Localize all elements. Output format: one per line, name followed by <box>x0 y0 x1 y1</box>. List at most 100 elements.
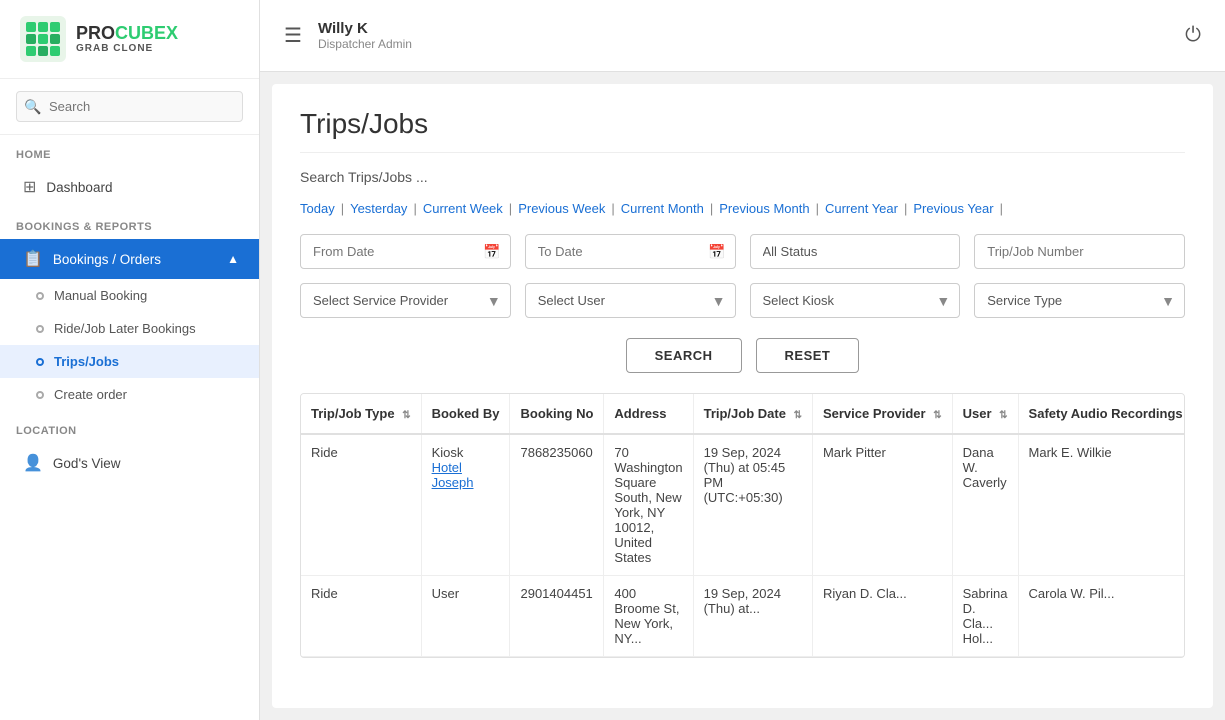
to-date-input[interactable] <box>525 234 736 269</box>
sort-icon[interactable]: ⇅ <box>999 410 1007 421</box>
logo-subtitle: GRAB CLONE <box>76 43 178 54</box>
filter-current-month[interactable]: Current Month <box>621 199 704 218</box>
col-trip-date: Trip/Job Date ⇅ <box>693 394 812 434</box>
date-filter-links: Today | Yesterday | Current Week | Previ… <box>300 199 1185 218</box>
search-input[interactable] <box>16 91 243 122</box>
user-info: Willy K Dispatcher Admin <box>318 20 1169 51</box>
sidebar-label-bookings: Bookings / Orders <box>53 252 161 267</box>
cell-trip-date-2: 19 Sep, 2024 (Thu) at... <box>693 576 812 657</box>
power-icon[interactable]: ⏻ <box>1185 24 1201 47</box>
search-section-label: Search Trips/Jobs ... <box>300 169 1185 185</box>
table-row: Ride Kiosk Hotel Joseph 7868235060 70 Wa… <box>301 434 1185 576</box>
col-service-provider: Service Provider ⇅ <box>812 394 952 434</box>
cell-safety-2: Carola W. Pil... <box>1018 576 1185 657</box>
table-header-row: Trip/Job Type ⇅ Booked By Booking No Add… <box>301 394 1185 434</box>
cell-booked-by-2: User <box>421 576 510 657</box>
dot-icon <box>36 292 44 300</box>
filter-current-year[interactable]: Current Year <box>825 199 898 218</box>
sidebar-item-gods-view[interactable]: 👤 God's View <box>0 443 259 483</box>
dot-icon-active <box>36 358 44 366</box>
sidebar-subitem-trips[interactable]: Trips/Jobs <box>0 345 259 378</box>
filter-previous-year[interactable]: Previous Year <box>913 199 993 218</box>
col-booked-by: Booked By <box>421 394 510 434</box>
filter-row-1: 📅 📅 All Status Active Completed Cancelle… <box>300 234 1185 269</box>
filter-yesterday[interactable]: Yesterday <box>350 199 407 218</box>
filter-previous-week[interactable]: Previous Week <box>518 199 605 218</box>
dot-icon <box>36 325 44 333</box>
user-select[interactable]: Select User <box>525 283 736 318</box>
sidebar-subitem-create-order[interactable]: Create order <box>0 378 259 411</box>
results-table: Trip/Job Type ⇅ Booked By Booking No Add… <box>301 394 1185 657</box>
from-date-input[interactable] <box>300 234 511 269</box>
sidebar-sublabel-trips: Trips/Jobs <box>54 354 119 369</box>
filter-current-week[interactable]: Current Week <box>423 199 503 218</box>
action-buttons: SEARCH RESET <box>300 338 1185 373</box>
sidebar-subitem-manual-booking[interactable]: Manual Booking <box>0 279 259 312</box>
menu-icon[interactable]: ☰ <box>284 23 302 48</box>
chevron-up-icon: ▲ <box>227 252 239 266</box>
reset-button[interactable]: RESET <box>756 338 860 373</box>
sort-icon[interactable]: ⇅ <box>933 410 941 421</box>
sidebar-label-dashboard: Dashboard <box>46 180 112 195</box>
cell-trip-date-1: 19 Sep, 2024 (Thu) at 05:45 PM (UTC:+05:… <box>693 434 812 576</box>
to-date-wrapper: 📅 <box>525 234 736 269</box>
logo-area: PROCUBEX GRAB CLONE <box>0 0 259 79</box>
cell-booking-no-2: 2901404451 <box>510 576 604 657</box>
cell-booked-by-1: Kiosk Hotel Joseph <box>421 434 510 576</box>
person-icon: 👤 <box>23 453 43 473</box>
from-date-wrapper: 📅 <box>300 234 511 269</box>
cell-safety-1: Mark E. Wilkie <box>1018 434 1185 576</box>
filter-today[interactable]: Today <box>300 199 335 218</box>
service-type-select[interactable]: Service Type Basic Sports <box>974 283 1185 318</box>
user-select-wrapper: Select User ▼ <box>525 283 736 318</box>
section-home: HOME <box>0 135 259 167</box>
results-table-wrapper: Trip/Job Type ⇅ Booked By Booking No Add… <box>300 393 1185 658</box>
filter-previous-month[interactable]: Previous Month <box>719 199 809 218</box>
service-type-wrapper: Service Type Basic Sports ▼ <box>974 283 1185 318</box>
cell-trip-type-2: Ride <box>301 576 421 657</box>
cell-user-1: Dana W. Caverly <box>952 434 1018 576</box>
service-provider-select[interactable]: Select Service Provider <box>300 283 511 318</box>
list-icon: 📋 <box>23 249 43 269</box>
cell-address-2: 400 Broome St, New York, NY... <box>604 576 693 657</box>
sidebar-item-dashboard[interactable]: ⊞ Dashboard <box>0 167 259 207</box>
section-bookings: BOOKINGS & REPORTS <box>0 207 259 239</box>
page-content: Trips/Jobs Search Trips/Jobs ... Today |… <box>272 84 1213 708</box>
sort-icon[interactable]: ⇅ <box>794 410 802 421</box>
sidebar-subitem-ride-later[interactable]: Ride/Job Later Bookings <box>0 312 259 345</box>
col-trip-type: Trip/Job Type ⇅ <box>301 394 421 434</box>
trip-number-wrapper <box>974 234 1185 269</box>
kiosk-select[interactable]: Select Kiosk <box>750 283 961 318</box>
user-name: Willy K <box>318 20 1169 37</box>
search-button[interactable]: SEARCH <box>626 338 742 373</box>
cell-service-provider-1: Mark Pitter <box>812 434 952 576</box>
filter-row-2: Select Service Provider ▼ Select User ▼ … <box>300 283 1185 318</box>
table-row: Ride User 2901404451 400 Broome St, New … <box>301 576 1185 657</box>
user-role: Dispatcher Admin <box>318 37 1169 51</box>
col-booking-no: Booking No <box>510 394 604 434</box>
sidebar-sublabel-manual: Manual Booking <box>54 288 147 303</box>
status-select-wrapper: All Status Active Completed Cancelled <box>750 234 961 269</box>
col-address: Address <box>604 394 693 434</box>
cell-address-1: 70 Washington Square South, New York, NY… <box>604 434 693 576</box>
cell-booking-no-1: 7868235060 <box>510 434 604 576</box>
sidebar-item-bookings[interactable]: 📋 Bookings / Orders ▲ <box>0 239 259 279</box>
main-area: ☰ Willy K Dispatcher Admin ⏻ Trips/Jobs … <box>260 0 1225 720</box>
col-safety-audio: Safety Audio Recordings <box>1018 394 1185 434</box>
sort-icon[interactable]: ⇅ <box>402 410 410 421</box>
logo-text: PROCUBEX GRAB CLONE <box>76 24 178 55</box>
cell-service-provider-2: Riyan D. Cla... <box>812 576 952 657</box>
col-user: User ⇅ <box>952 394 1018 434</box>
search-area: 🔍 <box>0 79 259 135</box>
section-location: LOCATION <box>0 411 259 443</box>
dot-icon <box>36 391 44 399</box>
booked-by-link-1[interactable]: Hotel Joseph <box>432 460 474 490</box>
page-title: Trips/Jobs <box>300 108 1185 153</box>
sidebar-sublabel-ride-later: Ride/Job Later Bookings <box>54 321 196 336</box>
status-select[interactable]: All Status Active Completed Cancelled <box>750 234 961 269</box>
logo-procubex: PROCUBEX <box>76 24 178 44</box>
logo-icon <box>20 16 66 62</box>
sidebar: PROCUBEX GRAB CLONE 🔍 HOME ⊞ Dashboard B… <box>0 0 260 720</box>
header: ☰ Willy K Dispatcher Admin ⏻ <box>260 0 1225 72</box>
trip-number-input[interactable] <box>974 234 1185 269</box>
